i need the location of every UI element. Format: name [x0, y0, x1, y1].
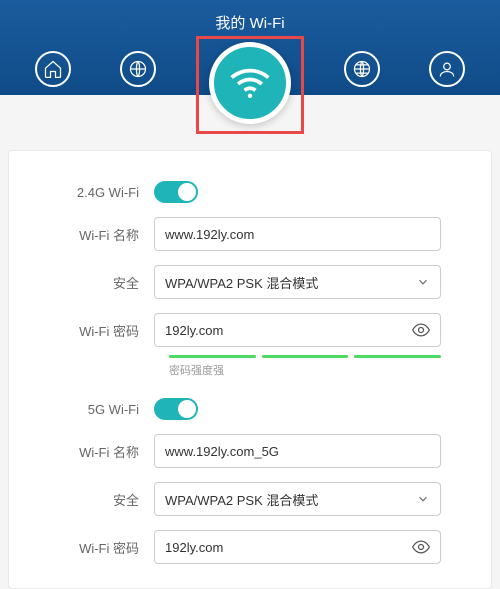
- strength-label: 密码强度强: [169, 362, 441, 378]
- band24-enable-label: 2.4G Wi-Fi: [59, 185, 154, 200]
- header-bar: 我的 Wi-Fi: [0, 0, 500, 95]
- band5-name-label: Wi-Fi 名称: [59, 442, 154, 461]
- chevron-down-icon: [416, 275, 430, 289]
- band24-security-label: 安全: [59, 273, 154, 292]
- eye-icon[interactable]: [411, 537, 431, 557]
- band5-security-label: 安全: [59, 490, 154, 509]
- band5-security-select[interactable]: WPA/WPA2 PSK 混合模式: [154, 482, 441, 516]
- eye-icon[interactable]: [411, 320, 431, 340]
- strength-bar: [262, 355, 349, 358]
- band5-enable-label: 5G Wi-Fi: [59, 402, 154, 417]
- band5-name-input[interactable]: [154, 434, 441, 468]
- band5-toggle[interactable]: [154, 398, 198, 420]
- settings-panel: 2.4G Wi-Fi Wi-Fi 名称 安全 WPA/WPA2 PSK 混合模式…: [8, 150, 492, 589]
- band5-password-label: Wi-Fi 密码: [59, 538, 154, 557]
- band24-strength: 密码强度强: [169, 355, 441, 378]
- band24-toggle[interactable]: [154, 181, 198, 203]
- band24-security-select[interactable]: WPA/WPA2 PSK 混合模式: [154, 265, 441, 299]
- band24-password-label: Wi-Fi 密码: [59, 321, 154, 340]
- page-title: 我的 Wi-Fi: [0, 0, 500, 33]
- band24-security-value: WPA/WPA2 PSK 混合模式: [165, 273, 318, 292]
- chevron-down-icon: [416, 492, 430, 506]
- band5-password-input[interactable]: [154, 530, 441, 564]
- band24-password-input[interactable]: [154, 313, 441, 347]
- wifi-tab-icon[interactable]: [209, 42, 291, 124]
- band24-name-label: Wi-Fi 名称: [59, 225, 154, 244]
- user-icon[interactable]: [429, 51, 465, 87]
- strength-bar: [354, 355, 441, 358]
- home-icon[interactable]: [35, 51, 71, 87]
- band5-security-value: WPA/WPA2 PSK 混合模式: [165, 490, 318, 509]
- band24-name-input[interactable]: [154, 217, 441, 251]
- network-icon[interactable]: [344, 51, 380, 87]
- globe-icon[interactable]: [120, 51, 156, 87]
- strength-bar: [169, 355, 256, 358]
